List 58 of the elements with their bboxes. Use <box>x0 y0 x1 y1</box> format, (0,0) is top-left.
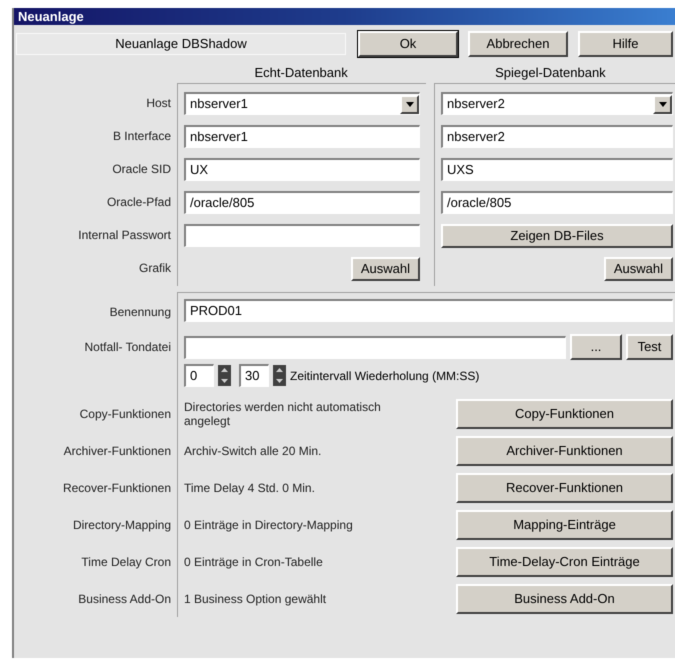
function-button[interactable]: Recover-Funktionen <box>456 472 673 502</box>
name-field[interactable]: PROD01 <box>184 299 673 322</box>
dropdown-button[interactable] <box>400 94 419 114</box>
column-header: Echt-Datenbank <box>254 64 349 79</box>
input-field[interactable]: /oracle/805 <box>441 191 673 214</box>
interval-caption: Zeitintervall Wiederholung (MM:SS) <box>290 368 480 384</box>
input-field[interactable]: UXS <box>441 158 673 181</box>
dropdown-button[interactable] <box>653 94 672 114</box>
function-label: Copy-Funktionen <box>80 406 171 422</box>
dialog-button[interactable]: Hilfe <box>578 31 673 57</box>
function-button[interactable]: Time-Delay-Cron Einträge <box>456 546 673 576</box>
field-label: Benennung <box>110 304 171 320</box>
function-label: Business Add-On <box>78 590 171 608</box>
minutes-field[interactable]: 0 <box>184 364 214 387</box>
column-header: Spiegel-Datenbank <box>494 64 607 79</box>
function-description: Time Delay 4 Std. 0 Min. <box>184 480 316 494</box>
field-label: Oracle SID <box>112 160 171 178</box>
caret-icon <box>406 102 414 106</box>
function-description: Archiv-Switch alle 20 Min. <box>184 444 322 458</box>
caret-icon <box>658 102 666 106</box>
function-label: Recover-Funktionen <box>62 480 171 496</box>
header-label: Neuanlage DBShadow <box>16 33 346 55</box>
field-label: Host <box>146 94 171 112</box>
browse-button[interactable]: ... <box>570 334 622 360</box>
input-field[interactable]: UX <box>184 158 420 181</box>
function-label: Time Delay Cron <box>81 554 171 570</box>
input-field[interactable]: nbserver2 <box>441 125 673 148</box>
field-label: Grafik <box>138 260 171 276</box>
seconds-field[interactable]: 30 <box>239 364 269 387</box>
function-description: 0 Einträge in Cron-Tabelle <box>184 554 324 568</box>
dialog-button[interactable]: Ok <box>358 31 458 57</box>
dropdown[interactable]: nbserver2 <box>441 92 673 115</box>
function-button[interactable]: Mapping-Einträge <box>456 510 673 540</box>
function-button[interactable]: Business Add-On <box>456 584 673 614</box>
function-button[interactable]: Archiver-Funktionen <box>456 436 673 466</box>
function-button[interactable]: Copy-Funktionen <box>456 398 673 428</box>
field-label: Notfall- Tondatei <box>84 338 171 356</box>
sound-file-field[interactable] <box>184 336 566 358</box>
function-label: Directory-Mapping <box>72 516 171 534</box>
function-description: 0 Einträge in Directory-Mapping <box>184 518 354 532</box>
spinner-arrows-icon[interactable] <box>218 365 231 386</box>
password-field[interactable] <box>184 224 420 247</box>
input-field[interactable]: /oracle/805 <box>184 191 420 214</box>
function-description: Directories werden nicht automatisch angelegt <box>184 400 382 428</box>
function-description: 1 Business Option gewählt <box>184 592 328 606</box>
field-label: Oracle-Pfad <box>106 194 171 210</box>
select-button[interactable]: Auswahl <box>604 257 673 281</box>
test-button[interactable]: Test <box>626 334 673 360</box>
show-files-button[interactable]: Zeigen DB-Files <box>441 224 673 248</box>
dialog-button[interactable]: Abbrechen <box>468 31 568 57</box>
function-label: Archiver-Funktionen <box>64 442 171 460</box>
window-title: Neuanlage <box>18 8 84 26</box>
spinner-arrows-icon[interactable] <box>273 365 286 386</box>
input-field[interactable]: nbserver1 <box>184 125 420 148</box>
select-button[interactable]: Auswahl <box>350 257 420 281</box>
field-label: B Interface <box>112 128 171 144</box>
field-label: Internal Passwort <box>78 226 171 244</box>
dropdown[interactable]: nbserver1 <box>184 92 420 115</box>
